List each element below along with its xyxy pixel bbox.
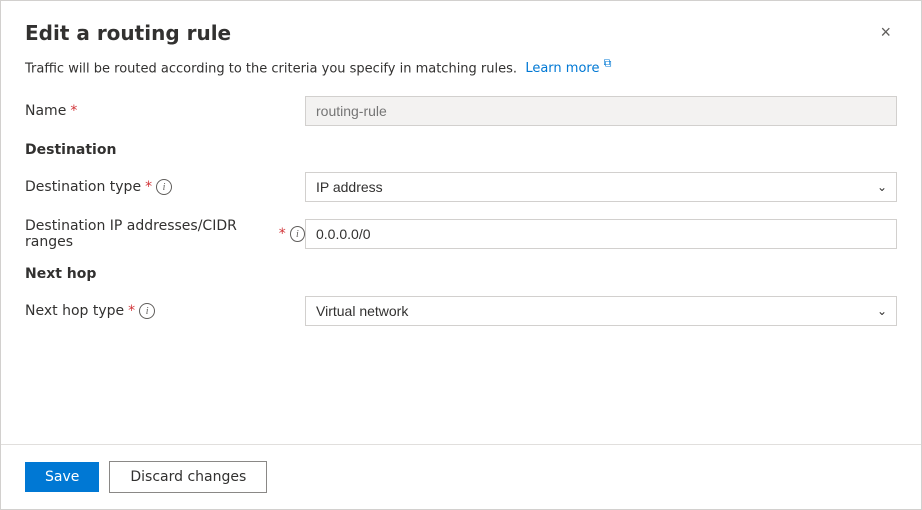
next-hop-type-wrapper: Virtual network Virtual network gateway … [305, 296, 897, 326]
dialog-header: Edit a routing rule × [1, 1, 921, 57]
destination-ip-wrapper [305, 219, 897, 249]
dialog-footer: Save Discard changes [1, 444, 921, 509]
destination-type-required: * [145, 179, 152, 195]
name-field-wrapper [305, 96, 897, 126]
destination-type-row: Destination type * i IP address Service … [25, 172, 897, 202]
destination-type-wrapper: IP address Service tag Application secur… [305, 172, 897, 202]
name-label: Name * [25, 103, 305, 119]
close-button[interactable]: × [874, 21, 897, 43]
destination-type-label: Destination type * i [25, 179, 305, 195]
destination-ip-row: Destination IP addresses/CIDR ranges * i [25, 218, 897, 250]
destination-ip-required: * [279, 226, 286, 242]
dialog-body: Traffic will be routed according to the … [1, 57, 921, 424]
next-hop-heading: Next hop [25, 266, 897, 282]
name-required: * [70, 103, 77, 119]
edit-routing-rule-dialog: Edit a routing rule × Traffic will be ro… [0, 0, 922, 510]
next-hop-type-required: * [128, 303, 135, 319]
destination-type-select[interactable]: IP address Service tag Application secur… [305, 172, 897, 202]
dialog-title: Edit a routing rule [25, 21, 231, 45]
name-input[interactable] [305, 96, 897, 126]
next-hop-type-row: Next hop type * i Virtual network Virtua… [25, 296, 897, 326]
discard-button[interactable]: Discard changes [109, 461, 267, 493]
destination-ip-info-icon[interactable]: i [290, 226, 305, 242]
next-hop-type-info-icon[interactable]: i [139, 303, 155, 319]
save-button[interactable]: Save [25, 462, 99, 492]
next-hop-type-select[interactable]: Virtual network Virtual network gateway … [305, 296, 897, 326]
next-hop-type-label: Next hop type * i [25, 303, 305, 319]
learn-more-link[interactable]: Learn more ⧉ [525, 61, 611, 76]
name-row: Name * [25, 96, 897, 126]
destination-ip-input[interactable] [305, 219, 897, 249]
destination-type-info-icon[interactable]: i [156, 179, 172, 195]
info-text: Traffic will be routed according to the … [25, 57, 897, 76]
destination-ip-label: Destination IP addresses/CIDR ranges * i [25, 218, 305, 250]
external-link-icon: ⧉ [604, 57, 612, 70]
destination-heading: Destination [25, 142, 897, 158]
